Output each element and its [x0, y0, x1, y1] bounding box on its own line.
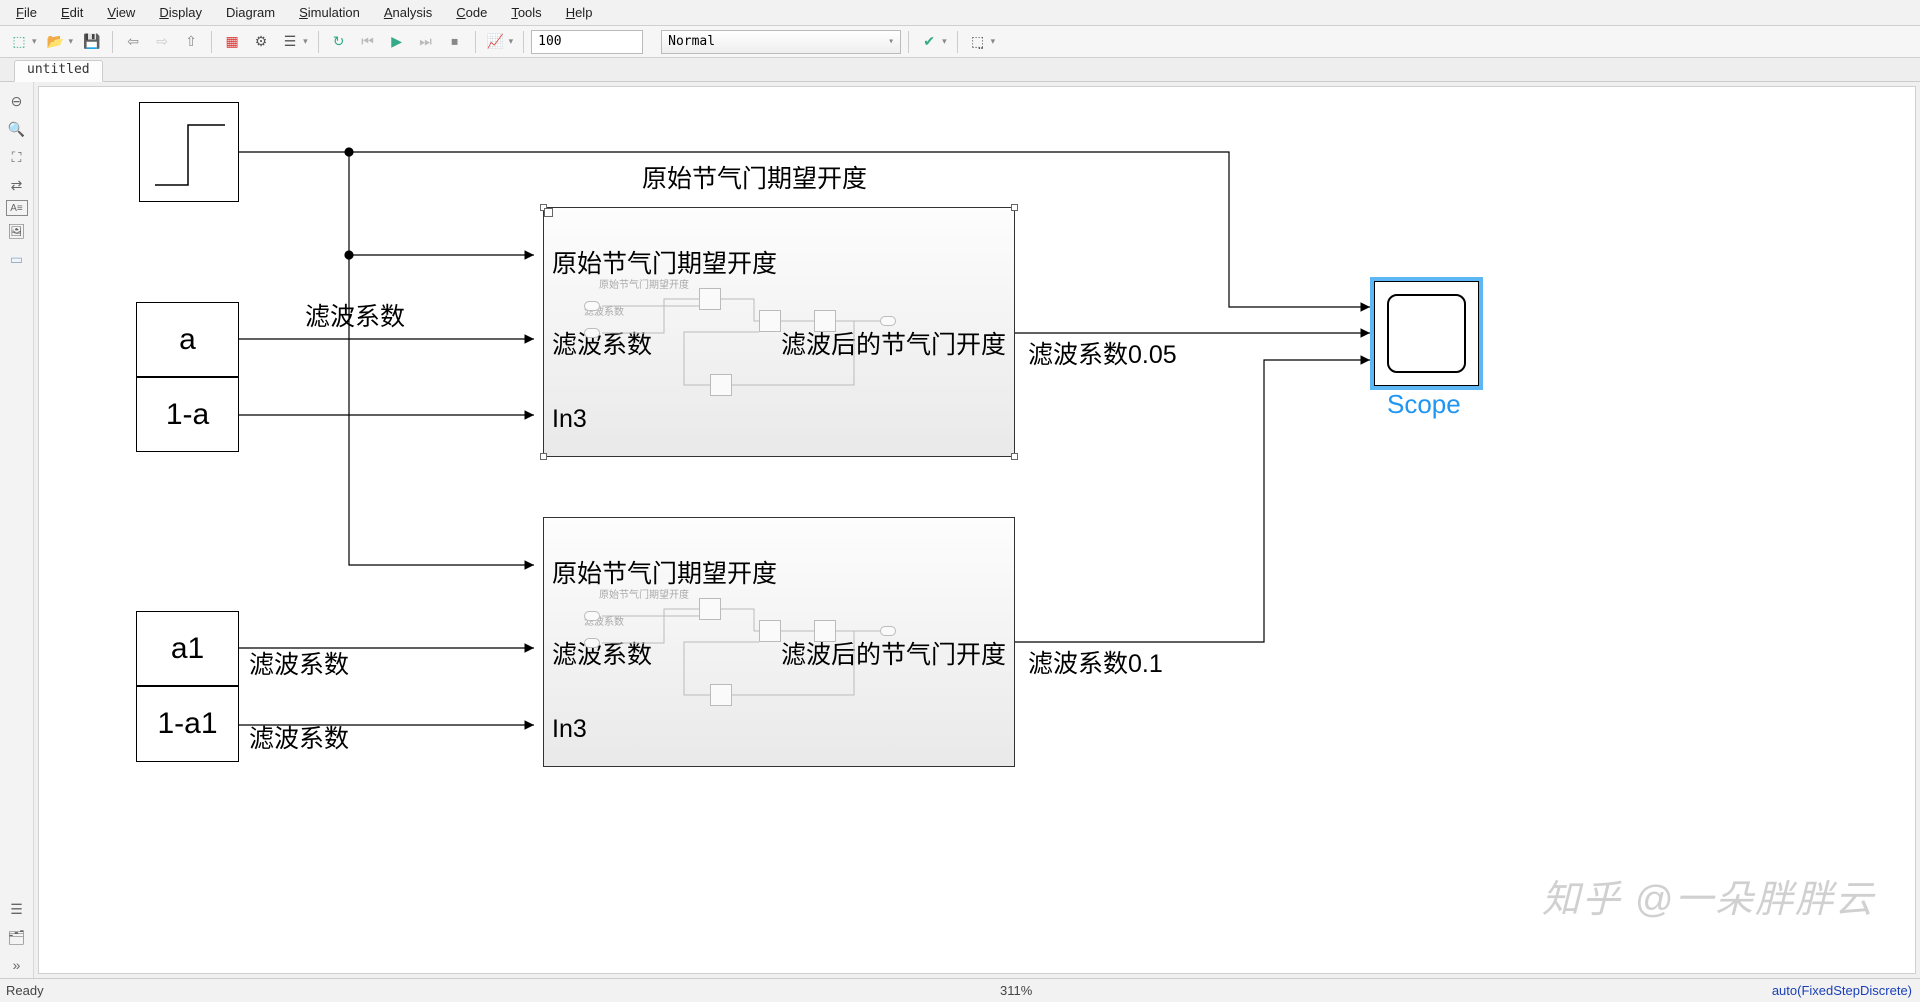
hide-browser-icon[interactable]: ⊖	[4, 88, 30, 114]
constant-a-block[interactable]: a	[136, 302, 239, 377]
data-inspector-icon[interactable]: 📈	[483, 29, 509, 55]
constant-a1-block[interactable]: a1	[136, 611, 239, 686]
menu-simulation[interactable]: SimulationSimulation	[289, 3, 370, 22]
menu-diagram[interactable]: DiagramDiagram	[216, 3, 285, 22]
scope-block[interactable]	[1374, 281, 1479, 386]
menu-file[interactable]: FFileile	[6, 3, 47, 22]
simulation-mode-select[interactable]: Normal▾	[661, 30, 901, 54]
save-icon[interactable]: 💾	[79, 29, 105, 55]
subsystem1-in1-label: 原始节气门期望开度	[552, 244, 777, 280]
status-solver[interactable]: auto(FixedStepDiscrete)	[1772, 983, 1912, 998]
up-icon[interactable]: ⇧	[178, 29, 204, 55]
subsystem2-in3-label: In3	[552, 715, 587, 744]
stop-icon[interactable]: ⏹	[442, 29, 468, 55]
check-model-icon[interactable]: ✔	[916, 29, 942, 55]
image-icon[interactable]: 🖼	[4, 218, 30, 244]
signal-label-filter-coef-1: 滤波系数	[305, 297, 405, 333]
filter-subsystem-1[interactable]: 原始节气门期望开度 滤波系数 In3 滤波后的节气门开度 原始节气门期望开度 滤…	[543, 207, 1015, 457]
expand-icon[interactable]: »	[4, 952, 30, 978]
build-icon[interactable]: ⬚̤	[965, 29, 991, 55]
simulation-stop-time-input[interactable]	[531, 30, 643, 54]
model-tab[interactable]: untitled	[14, 60, 103, 82]
run-icon[interactable]: ▶	[384, 29, 410, 55]
watermark-text: 知乎 @一朵胖胖云	[1542, 868, 1875, 923]
menu-view[interactable]: ViewView	[97, 3, 145, 22]
status-bar: Ready 311% auto(FixedStepDiscrete)	[0, 978, 1920, 1002]
model-explorer-icon[interactable]: ☰	[277, 29, 303, 55]
subsystem1-in3-label: In3	[552, 405, 587, 434]
area-icon[interactable]: ▭	[4, 246, 30, 272]
forward-icon[interactable]: ⇨	[149, 29, 175, 55]
toolbar: ⬚▾ 📂▾ 💾 ⇦ ⇨ ⇧ ▦ ⚙ ☰▾ ↻ ⏮ ▶ ⏭ ⏹ 📈▾ Normal…	[0, 26, 1920, 58]
status-zoom: 311%	[1000, 983, 1032, 998]
model-data-icon[interactable]: ☰	[4, 896, 30, 922]
signal-label-filter-coef-3: 滤波系数	[249, 719, 349, 755]
menu-tools[interactable]: ToolsTools	[501, 3, 551, 22]
bird-eye-icon[interactable]: 🗂	[4, 924, 30, 950]
new-model-icon[interactable]: ⬚	[6, 29, 32, 55]
signal-label-filter-coef-2: 滤波系数	[249, 645, 349, 681]
menu-display[interactable]: DisplayDisplay	[149, 3, 212, 22]
constant-1minus-a-block[interactable]: 1-a	[136, 377, 239, 452]
library-browser-icon[interactable]: ▦	[219, 29, 245, 55]
signal-label-raw-throttle: 原始节气门期望开度	[642, 159, 867, 195]
model-canvas[interactable]: a 1-a a1 1-a1 原始节气门期望开度 滤波系数 滤波系数 滤波系数 滤…	[38, 86, 1916, 974]
step-back-icon[interactable]: ⏮	[355, 29, 381, 55]
tab-bar: untitled	[0, 58, 1920, 82]
step-forward-icon[interactable]: ⏭	[413, 29, 439, 55]
filter-subsystem-2[interactable]: 原始节气门期望开度 滤波系数 In3 滤波后的节气门开度 原始节气门期望开度 滤…	[543, 517, 1015, 767]
menu-bar: FFileile EditEdit ViewView DisplayDispla…	[0, 0, 1920, 26]
back-icon[interactable]: ⇦	[120, 29, 146, 55]
annotation-icon[interactable]: A≡	[6, 200, 28, 216]
zoom-fit-icon[interactable]: 🔍	[4, 116, 30, 142]
left-palette: ⊖ 🔍 ⛶ ⇄ A≡ 🖼 ▭ ☰ 🗂 »	[0, 82, 34, 978]
menu-analysis[interactable]: AnalysisAnalysis	[374, 3, 442, 22]
constant-1minus-a1-block[interactable]: 1-a1	[136, 686, 239, 762]
step-block[interactable]	[139, 102, 239, 202]
menu-code[interactable]: CodeCode	[446, 3, 497, 22]
open-icon[interactable]: 📂	[43, 29, 69, 55]
model-config-icon[interactable]: ⚙	[248, 29, 274, 55]
fit-to-view-icon[interactable]: ⛶	[4, 144, 30, 170]
status-ready: Ready	[0, 983, 44, 998]
update-diagram-icon[interactable]: ↻	[326, 29, 352, 55]
signal-label-out1: 滤波系数0.05	[1028, 335, 1177, 371]
signal-label-out2: 滤波系数0.1	[1028, 644, 1163, 680]
subsystem2-in1-label: 原始节气门期望开度	[552, 554, 777, 590]
menu-help[interactable]: HelpHelp	[556, 3, 603, 22]
toggle-sample-time-icon[interactable]: ⇄	[4, 172, 30, 198]
scope-block-label: Scope	[1387, 389, 1461, 420]
menu-edit[interactable]: EditEdit	[51, 3, 93, 22]
